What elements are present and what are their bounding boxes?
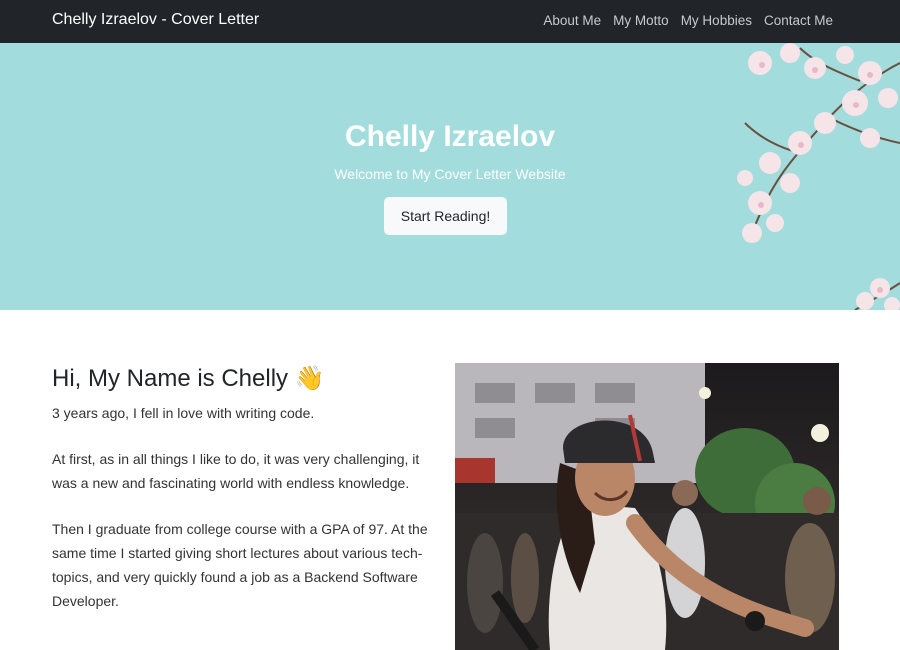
nav-link-my-hobbies[interactable]: My Hobbies <box>681 13 752 28</box>
nav-link-contact-me[interactable]: Contact Me <box>764 13 833 28</box>
hero-title: Chelly Izraelov <box>344 120 556 153</box>
nav-link-my-motto[interactable]: My Motto <box>613 13 669 28</box>
about-heading: Hi, My Name is Chelly 👋 <box>52 365 325 392</box>
nav-link-about-me[interactable]: About Me <box>543 13 601 28</box>
about-paragraph-2: At first, as in all things I like to do,… <box>52 451 420 491</box>
hero-section: Chelly Izraelov Welcome to My Cover Lett… <box>0 43 900 310</box>
navbar: Chelly Izraelov - Cover Letter About Me … <box>0 0 900 43</box>
profile-photo <box>455 363 839 650</box>
hero-subtitle: Welcome to My Cover Letter Website <box>334 166 566 182</box>
about-paragraph-3: Then I graduate from college course with… <box>52 521 428 609</box>
about-text: 3 years ago, I fell in love with writing… <box>52 401 437 635</box>
about-paragraph-1: 3 years ago, I fell in love with writing… <box>52 405 315 421</box>
nav-links: About Me My Motto My Hobbies Contact Me <box>543 13 833 28</box>
start-reading-button[interactable]: Start Reading! <box>384 197 507 235</box>
brand-link[interactable]: Chelly Izraelov - Cover Letter <box>52 11 259 29</box>
